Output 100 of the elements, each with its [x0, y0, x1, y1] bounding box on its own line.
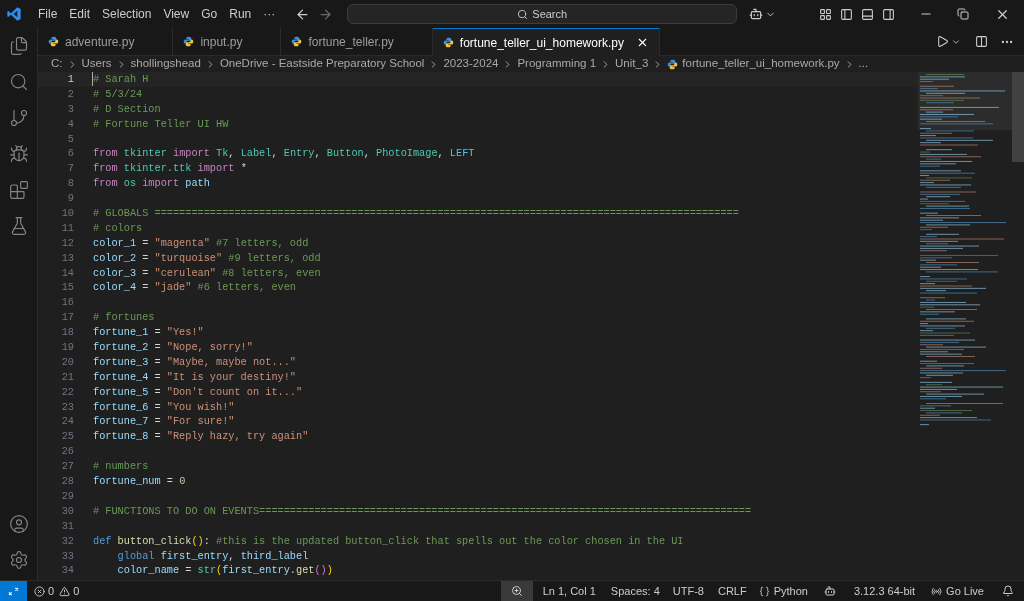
breadcrumb-item[interactable]: OneDrive - Eastside Preparatory School — [219, 55, 425, 73]
code-line: color_4 = "jade" #6 letters, even — [93, 280, 296, 296]
search-icon — [517, 8, 529, 20]
error-count: 0 — [48, 583, 55, 599]
line-number: 29 — [60, 488, 74, 504]
menu-item[interactable]: Go — [195, 5, 224, 23]
remote-icon — [8, 585, 19, 597]
line-ending-setting[interactable]: CRLF — [711, 582, 753, 600]
line-number: 32 — [60, 533, 74, 549]
problems-button[interactable]: 0 0 — [27, 581, 87, 601]
menu-item[interactable]: ··· — [257, 5, 282, 23]
warning-icon — [59, 585, 71, 597]
app-logo-icon[interactable] — [6, 6, 22, 22]
line-number: 16 — [60, 295, 74, 311]
restore-icon[interactable] — [957, 8, 969, 20]
settings-icon[interactable] — [8, 550, 29, 570]
layout-icon[interactable] — [819, 7, 832, 21]
line-number: 25 — [60, 429, 74, 445]
code-line: fortune_4 = "It is your destiny!" — [93, 369, 296, 385]
scrollbar-thumb[interactable] — [1012, 72, 1024, 162]
menu-item[interactable]: Run — [223, 5, 258, 23]
line-number: 7 — [66, 161, 74, 177]
secondary-sidebar-icon[interactable] — [882, 7, 895, 21]
source-control-icon[interactable] — [8, 108, 29, 128]
code-line: color_1 = "magenta" #7 letters, odd — [93, 235, 309, 251]
breadcrumb-item[interactable]: shollingshead — [130, 55, 201, 73]
line-number: 21 — [60, 369, 74, 385]
account-icon[interactable] — [8, 514, 29, 534]
interpreter-version[interactable]: 3.12.3 64-bit — [845, 582, 924, 600]
code-line: # numbers — [93, 459, 149, 475]
python-file-icon — [48, 36, 59, 47]
remote-button[interactable] — [0, 581, 27, 601]
breadcrumb-item[interactable]: ... — [858, 55, 869, 73]
search-field[interactable]: Search — [347, 4, 738, 24]
line-number: 27 — [60, 459, 74, 475]
line-number: 30 — [60, 503, 74, 519]
assistant-icon[interactable] — [749, 7, 764, 21]
line-number: 18 — [60, 325, 74, 341]
breadcrumb-item[interactable]: Programming 1 — [517, 55, 597, 73]
code-line: from tkinter import Tk, Label, Entry, Button, PhotoImage, LEFT — [93, 146, 475, 162]
assistant-icon[interactable] — [823, 585, 836, 597]
breadcrumb-item[interactable]: Unit_3 — [615, 55, 649, 73]
error-icon — [34, 585, 45, 597]
code-line: fortune_6 = "You wish!" — [93, 399, 235, 415]
explorer-icon[interactable] — [8, 36, 29, 56]
forward-icon[interactable] — [318, 6, 334, 22]
line-number: 11 — [60, 220, 74, 236]
zoom-button[interactable] — [500, 581, 533, 601]
line-number: 20 — [60, 354, 74, 370]
breadcrumb-item[interactable]: 2023-2024 — [443, 55, 499, 73]
breadcrumb-item[interactable]: C: — [51, 55, 63, 73]
menu-item[interactable]: Selection — [96, 5, 158, 23]
line-number: 12 — [60, 235, 74, 251]
code-line: # Fortune Teller UI HW — [93, 116, 229, 132]
extensions-icon[interactable] — [8, 180, 29, 200]
run-icon[interactable] — [936, 35, 949, 48]
menu-item[interactable]: Edit — [63, 5, 97, 23]
code-line: color_2 = "turquoise" #9 letters, odd — [93, 250, 321, 266]
python-file-icon — [183, 36, 195, 47]
editor-tab[interactable]: fortune_teller_ui_homework.py — [432, 28, 660, 56]
code-line: # GLOBALS =============================================================================================== — [93, 206, 739, 221]
line-number: 28 — [60, 474, 74, 489]
code-line: from os import path — [93, 176, 210, 192]
breadcrumb-item[interactable]: fortune_teller_ui_homework.py — [682, 55, 840, 73]
line-number: 5 — [66, 131, 74, 147]
line-number: 13 — [60, 250, 74, 266]
line-number: 24 — [60, 414, 74, 430]
code-line: # fortunes — [93, 310, 155, 326]
line-number: 4 — [66, 116, 74, 132]
code-line: fortune_7 = "For sure!" — [93, 414, 235, 430]
editor-tab[interactable]: adventure.py — [38, 28, 174, 56]
encoding-setting[interactable]: UTF-8 — [664, 582, 712, 600]
go-live-button[interactable]: Go Live — [923, 582, 992, 600]
broadcast-icon — [931, 585, 943, 597]
menu-item[interactable]: File — [32, 5, 64, 23]
breadcrumb-item[interactable]: Users — [81, 55, 112, 73]
language-mode[interactable]: Python — [752, 582, 814, 600]
search-icon[interactable] — [8, 72, 29, 92]
back-icon[interactable] — [295, 6, 311, 22]
line-number: 15 — [60, 280, 74, 296]
python-file-icon — [667, 58, 679, 70]
cursor-position[interactable]: Ln 1, Col 1 — [532, 582, 606, 600]
line-number: 33 — [60, 548, 74, 564]
code-line: fortune_num = 0 — [93, 474, 186, 489]
line-number: 31 — [60, 518, 74, 534]
code-line: color_3 = "cerulean" #8 letters, even — [93, 265, 321, 281]
editor-tab[interactable]: input.py — [173, 28, 282, 56]
panel-toggle-icon[interactable] — [861, 7, 874, 21]
line-number: 34 — [60, 563, 74, 579]
notifications-icon[interactable] — [1002, 585, 1014, 597]
sidebar-toggle-icon[interactable] — [840, 7, 853, 21]
code-line: # FUNCTIONS TO DO ON EVENTS================================================================================ — [93, 503, 752, 519]
indentation-setting[interactable]: Spaces: 4 — [605, 582, 665, 600]
split-editor-icon[interactable] — [975, 35, 988, 48]
braces-icon — [758, 585, 770, 597]
editor-tab[interactable]: fortune_teller.py — [281, 28, 433, 56]
python-file-icon — [291, 36, 303, 47]
menu-item[interactable]: View — [157, 5, 196, 23]
run-debug-icon[interactable] — [8, 144, 29, 164]
code-line: fortune_1 = "Yes!" — [93, 325, 204, 341]
